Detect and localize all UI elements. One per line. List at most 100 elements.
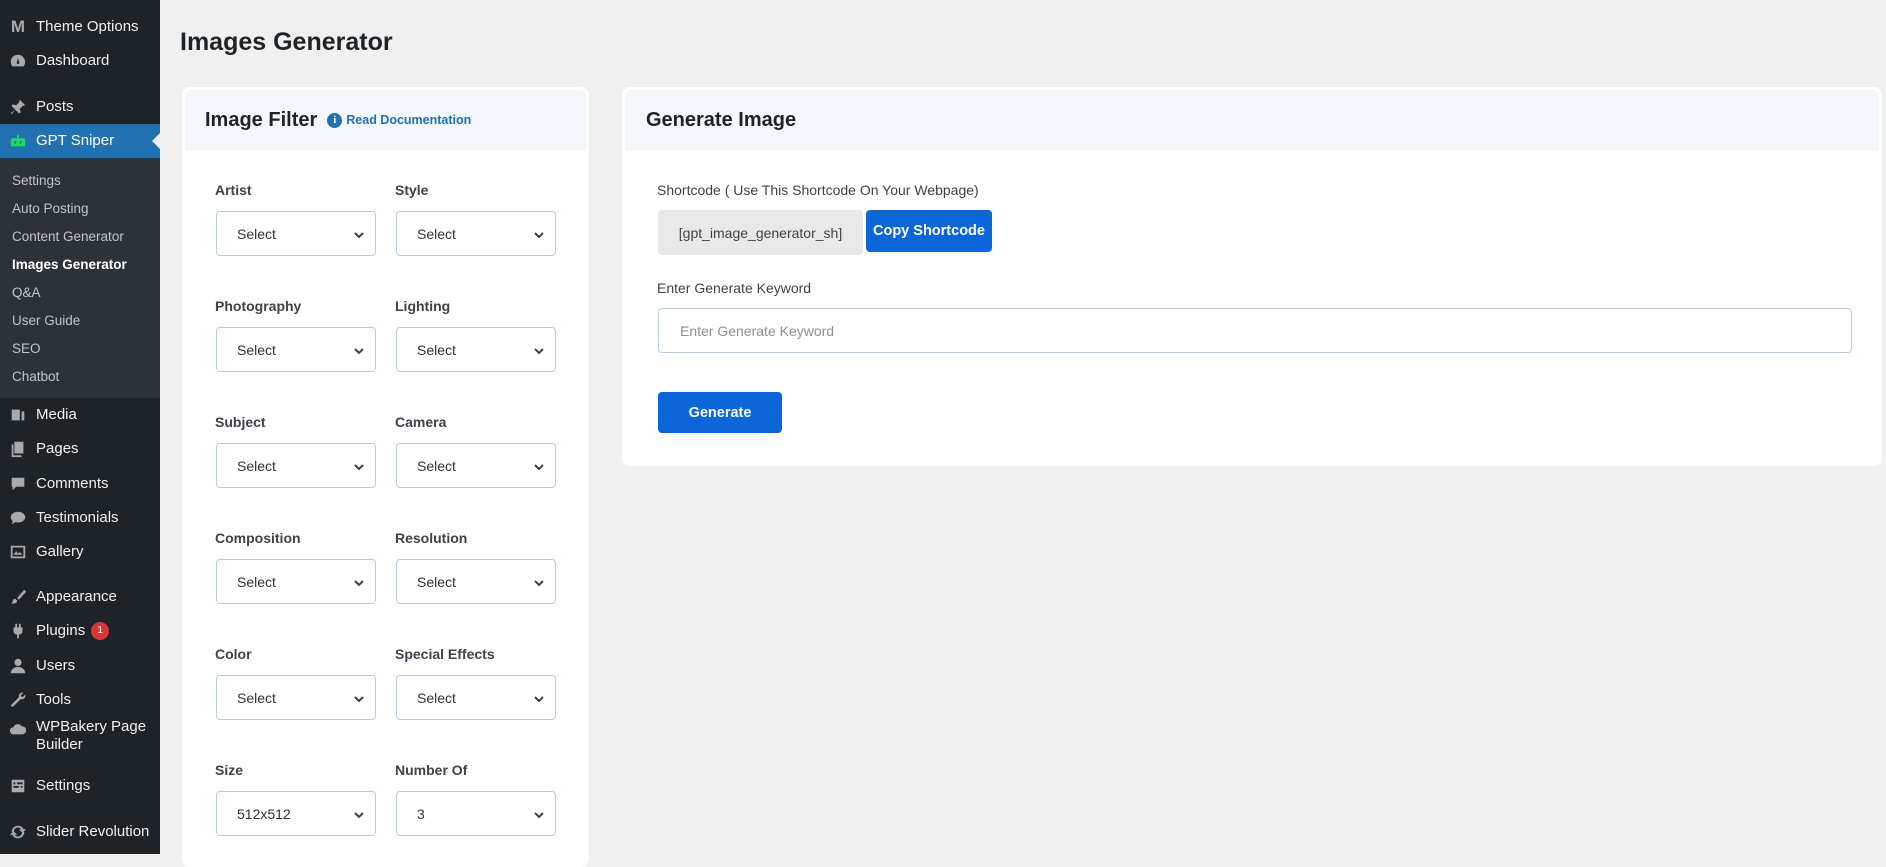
chevron-down-icon (533, 576, 545, 588)
special-effects-select[interactable]: Select (396, 675, 556, 720)
number-of-select[interactable]: 3 (396, 791, 556, 836)
menu-item-users[interactable]: Users (0, 649, 160, 683)
color-select[interactable]: Select (216, 675, 376, 720)
keyword-input[interactable]: Enter Generate Keyword (658, 308, 1852, 353)
comment-icon (0, 475, 36, 493)
number-of-value: 3 (417, 805, 425, 822)
brush-icon (0, 588, 36, 606)
menu-item-appearance[interactable]: Appearance (0, 580, 160, 614)
menu-item-tools[interactable]: Tools (0, 683, 160, 717)
menu-item-label: Media (36, 406, 77, 423)
submenu-item-user-guide[interactable]: User Guide (12, 312, 80, 330)
number-of-label: Number Of (395, 762, 468, 778)
artist-value: Select (237, 225, 276, 242)
menu-item-label: Appearance (36, 588, 117, 605)
submenu-item-chatbot[interactable]: Chatbot (12, 368, 59, 386)
subject-value: Select (237, 457, 276, 474)
chevron-down-icon (353, 576, 365, 588)
chevron-down-icon (353, 228, 365, 240)
camera-value: Select (417, 457, 456, 474)
menu-item-media[interactable]: Media (0, 398, 160, 432)
composition-label: Composition (215, 530, 301, 546)
m-logo-icon: M (10, 17, 26, 36)
cloud-icon (0, 718, 36, 738)
menu-item-pages[interactable]: Pages (0, 432, 160, 466)
read-documentation-link[interactable]: i Read Documentation (327, 112, 472, 128)
menu-item-comments[interactable]: Comments (0, 467, 160, 501)
menu-item-label: Posts (36, 98, 74, 115)
chevron-down-icon (533, 228, 545, 240)
size-select[interactable]: 512x512 (216, 791, 376, 836)
submenu-item-settings[interactable]: Settings (12, 172, 61, 190)
pages-icon (0, 440, 36, 458)
gpt-sniper-submenu: Settings Auto Posting Content Generator … (0, 158, 160, 398)
photography-label: Photography (215, 298, 302, 314)
artist-label: Artist (215, 182, 252, 198)
settings-icon (0, 777, 36, 795)
menu-item-label: Plugins (36, 622, 86, 639)
photography-value: Select (237, 341, 276, 358)
menu-item-settings[interactable]: Settings (0, 769, 160, 803)
resolution-label: Resolution (395, 530, 468, 546)
menu-item-testimonials[interactable]: Testimonials (0, 501, 160, 535)
info-icon: i (327, 112, 343, 128)
read-documentation-label: Read Documentation (346, 113, 472, 127)
menu-item-label: Settings (36, 777, 91, 794)
chevron-down-icon (353, 808, 365, 820)
menu-item-label: Slider Revolution (36, 823, 150, 840)
submenu-item-content-generator[interactable]: Content Generator (12, 228, 124, 246)
shortcode-label: Shortcode ( Use This Shortcode On Your W… (657, 182, 979, 198)
menu-item-label: Users (36, 657, 76, 674)
composition-select[interactable]: Select (216, 559, 376, 604)
menu-item-dashboard[interactable]: Dashboard (0, 44, 160, 78)
color-label: Color (215, 646, 252, 662)
resolution-select[interactable]: Select (396, 559, 556, 604)
submenu-item-qa[interactable]: Q&A (12, 284, 41, 302)
menu-item-gpt-sniper[interactable]: GPT Sniper (0, 124, 160, 158)
menu-item-label: Gallery (36, 543, 84, 560)
generate-image-card: Generate Image Shortcode ( Use This Shor… (622, 87, 1882, 466)
refresh-icon (0, 823, 36, 841)
size-value: 512x512 (237, 805, 291, 822)
keyword-label: Enter Generate Keyword (657, 280, 812, 296)
image-filter-title: Image Filter (205, 108, 318, 131)
admin-sidebar: M Theme Options Dashboard Posts GPT Snip… (0, 0, 160, 854)
plugins-update-badge: 1 (91, 622, 110, 640)
lighting-select[interactable]: Select (396, 327, 556, 372)
style-label: Style (395, 182, 429, 198)
menu-item-label: WPBakery Page (36, 718, 147, 735)
menu-item-wpbakery[interactable]: WPBakery Page Builder (0, 718, 160, 764)
style-select[interactable]: Select (396, 211, 556, 256)
chevron-down-icon (353, 692, 365, 704)
lighting-label: Lighting (395, 298, 451, 314)
submenu-item-seo[interactable]: SEO (12, 340, 41, 358)
submenu-item-images-generator[interactable]: Images Generator (12, 256, 127, 274)
shortcode-display[interactable]: [gpt_image_generator_sh] (658, 210, 863, 255)
photography-select[interactable]: Select (216, 327, 376, 372)
keyword-placeholder: Enter Generate Keyword (680, 322, 835, 339)
generate-image-title: Generate Image (646, 108, 797, 131)
artist-select[interactable]: Select (216, 211, 376, 256)
style-value: Select (417, 225, 456, 242)
menu-item-posts[interactable]: Posts (0, 90, 160, 124)
user-icon (0, 657, 36, 675)
page-title: Images Generator (180, 28, 393, 56)
menu-item-theme-options[interactable]: M Theme Options (0, 10, 160, 44)
copy-shortcode-button[interactable]: Copy Shortcode (866, 210, 992, 252)
camera-select[interactable]: Select (396, 443, 556, 488)
menu-item-slider-revolution[interactable]: Slider Revolution (0, 815, 160, 849)
subject-select[interactable]: Select (216, 443, 376, 488)
menu-item-gallery[interactable]: Gallery (0, 535, 160, 569)
menu-item-label: Tools (36, 691, 72, 708)
generate-button[interactable]: Generate (658, 392, 782, 433)
menu-item-label: Pages (36, 440, 79, 457)
color-value: Select (237, 689, 276, 706)
special-effects-label: Special Effects (395, 646, 495, 662)
menu-item-label: Testimonials (36, 509, 119, 526)
chevron-down-icon (533, 692, 545, 704)
robot-icon (0, 132, 36, 150)
menu-item-plugins[interactable]: Plugins 1 (0, 614, 160, 648)
chevron-down-icon (533, 460, 545, 472)
submenu-item-auto-posting[interactable]: Auto Posting (12, 200, 89, 218)
image-filter-card: Image Filter i Read Documentation Artist… (182, 87, 589, 867)
